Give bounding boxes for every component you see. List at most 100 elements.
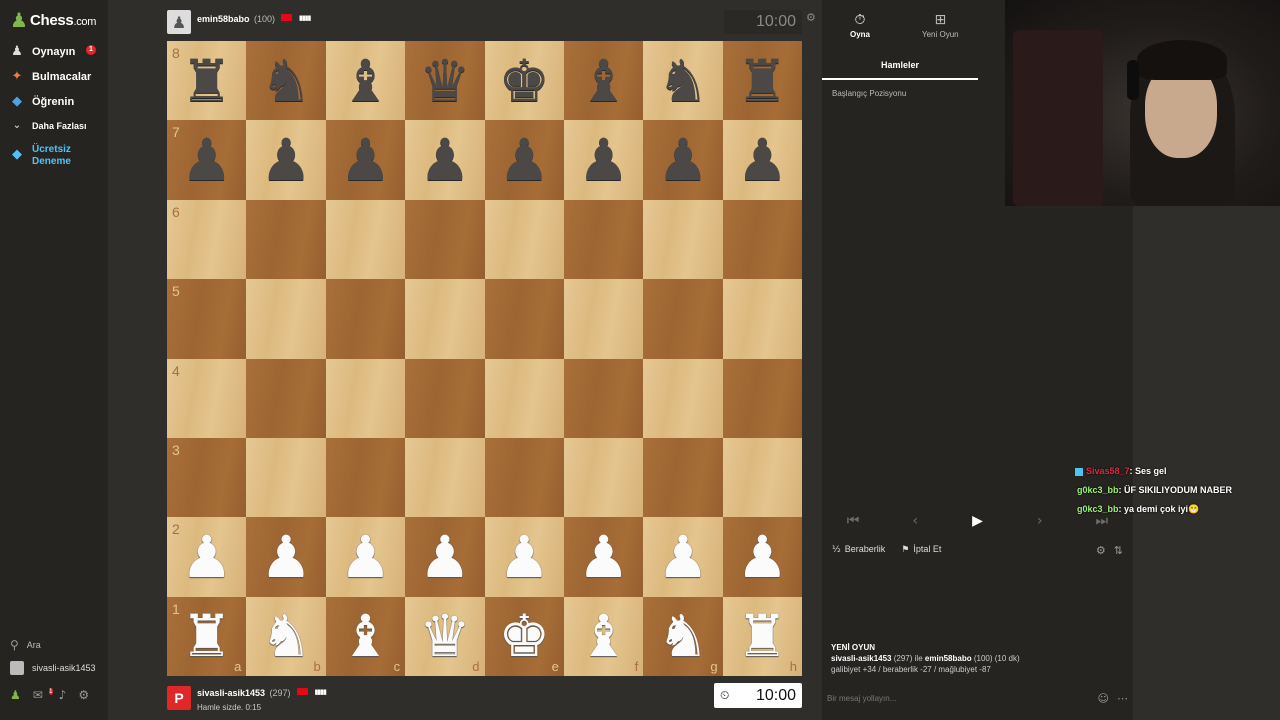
board-square-c6[interactable]	[325, 199, 406, 280]
board-square-a4[interactable]: 4	[167, 358, 247, 438]
white-pawn-icon[interactable]: ♟	[339, 528, 391, 586]
board-square-f2[interactable]: ♟	[563, 517, 644, 597]
board-square-b7[interactable]: ♟	[246, 120, 326, 200]
black-queen-icon[interactable]: ♛	[419, 52, 471, 110]
game-white-name[interactable]: sivasli-asik1453	[831, 654, 892, 663]
board-square-g6[interactable]	[643, 199, 723, 280]
tab-moves[interactable]: Hamleler	[822, 52, 978, 80]
board-square-e8[interactable]: ♚	[484, 41, 564, 121]
board-square-h8[interactable]: ♜	[722, 41, 802, 121]
board-square-a3[interactable]: 3	[167, 437, 247, 518]
board-square-g7[interactable]: ♟	[643, 120, 723, 200]
gear-icon[interactable]: ⚙	[78, 688, 89, 702]
board-square-d6[interactable]	[405, 199, 485, 280]
board-square-b5[interactable]	[246, 279, 326, 359]
board-square-e7[interactable]: ♟	[484, 120, 564, 200]
board-square-g5[interactable]	[643, 279, 723, 359]
player-avatar[interactable]: P	[167, 685, 191, 710]
board-square-g4[interactable]	[643, 358, 723, 438]
black-bishop-icon[interactable]: ♝	[339, 52, 391, 110]
board-square-b4[interactable]	[246, 358, 326, 438]
white-bishop-icon[interactable]: ♝	[578, 607, 630, 665]
board-square-h2[interactable]: ♟	[722, 517, 802, 597]
message-input[interactable]: Bir mesaj yollayın...	[827, 694, 896, 703]
user-profile-link[interactable]: sivasli-asik1453	[10, 661, 96, 675]
board-square-b6[interactable]	[246, 199, 326, 280]
first-move-icon[interactable]: ⏮	[828, 513, 878, 529]
board-square-c5[interactable]	[325, 279, 406, 359]
board-square-g8[interactable]: ♞	[643, 41, 723, 121]
white-rook-icon[interactable]: ♜	[736, 607, 788, 665]
board-square-a8[interactable]: 8 ♜	[167, 41, 247, 121]
board-square-h4[interactable]	[722, 358, 802, 438]
white-pawn-icon[interactable]: ♟	[260, 528, 312, 586]
board-square-e6[interactable]	[484, 199, 564, 280]
board-square-b3[interactable]	[246, 437, 326, 518]
black-knight-icon[interactable]: ♞	[260, 52, 312, 110]
chess-com-logo[interactable]: ♟ Chess.com	[10, 10, 96, 30]
board-square-d1[interactable]: d ♛	[405, 596, 485, 676]
start-position-label[interactable]: Başlangıç Pozisyonu	[832, 89, 906, 98]
white-rook-icon[interactable]: ♜	[181, 607, 233, 665]
board-square-b1[interactable]: b ♞	[246, 596, 326, 676]
board-square-d4[interactable]	[405, 358, 485, 438]
black-pawn-icon[interactable]: ♟	[339, 131, 391, 189]
board-square-f8[interactable]: ♝	[563, 41, 644, 121]
board-square-e1[interactable]: e ♚	[484, 596, 564, 676]
sidebar-item-play[interactable]: ♟ Oynayın	[10, 44, 75, 59]
board-square-g3[interactable]	[643, 437, 723, 518]
bell-icon[interactable]: ♪	[59, 688, 67, 702]
flip-board-icon[interactable]: ⇅	[1114, 544, 1123, 557]
black-pawn-icon[interactable]: ♟	[498, 131, 550, 189]
board-square-d2[interactable]: ♟	[405, 517, 485, 597]
board-square-d3[interactable]	[405, 437, 485, 518]
board-square-h3[interactable]	[722, 437, 802, 518]
white-pawn-icon[interactable]: ♟	[657, 528, 709, 586]
sidebar-item-learn[interactable]: ◆ Öğrenin	[10, 94, 74, 109]
sidebar-item-puzzles[interactable]: ✦ Bulmacalar	[10, 69, 92, 84]
board-square-d8[interactable]: ♛	[405, 41, 485, 121]
board-settings-gear-icon[interactable]: ⚙	[806, 11, 816, 24]
board-square-h1[interactable]: h ♜	[722, 596, 802, 676]
next-move-icon[interactable]: ›	[1015, 513, 1065, 529]
free-trial-link[interactable]: ◆ Ücretsiz Deneme	[10, 144, 71, 168]
board-square-g1[interactable]: g ♞	[643, 596, 723, 676]
tab-new-game[interactable]: ⊞ Yeni Oyun	[922, 12, 959, 39]
white-pawn-icon[interactable]: ♟	[736, 528, 788, 586]
black-pawn-icon[interactable]: ♟	[657, 131, 709, 189]
previous-move-icon[interactable]: ‹	[890, 513, 940, 529]
white-bishop-icon[interactable]: ♝	[339, 607, 391, 665]
opponent-name[interactable]: emin58babo	[197, 14, 250, 24]
board-square-e5[interactable]	[484, 279, 564, 359]
emoji-icon[interactable]: ☺	[1098, 692, 1109, 705]
board-square-e3[interactable]	[484, 437, 564, 518]
board-square-a6[interactable]: 6	[167, 199, 247, 280]
game-black-name[interactable]: emin58babo	[925, 654, 972, 663]
white-pawn-icon[interactable]: ♟	[419, 528, 471, 586]
board-square-c7[interactable]: ♟	[325, 120, 406, 200]
board-square-a5[interactable]: 5	[167, 279, 247, 359]
board-square-b8[interactable]: ♞	[246, 41, 326, 121]
black-knight-icon[interactable]: ♞	[657, 52, 709, 110]
board-square-e2[interactable]: ♟	[484, 517, 564, 597]
sidebar-item-more[interactable]: ⌄ Daha Fazlası	[10, 120, 87, 131]
black-rook-icon[interactable]: ♜	[181, 52, 233, 110]
board-square-a2[interactable]: 2 ♟	[167, 517, 247, 597]
board-square-f4[interactable]	[563, 358, 644, 438]
black-pawn-icon[interactable]: ♟	[260, 131, 312, 189]
board-square-h5[interactable]	[722, 279, 802, 359]
black-pawn-icon[interactable]: ♟	[419, 131, 471, 189]
last-move-icon[interactable]: ⏭	[1077, 513, 1127, 529]
board-square-a7[interactable]: 7 ♟	[167, 120, 247, 200]
board-square-h7[interactable]: ♟	[722, 120, 802, 200]
white-knight-icon[interactable]: ♞	[260, 607, 312, 665]
tab-play[interactable]: ⏱ Oyna	[850, 12, 870, 39]
board-square-d7[interactable]: ♟	[405, 120, 485, 200]
board-square-c3[interactable]	[325, 437, 406, 518]
board-square-d5[interactable]	[405, 279, 485, 359]
search-link[interactable]: ⚲ Ara	[10, 638, 41, 652]
black-pawn-icon[interactable]: ♟	[736, 131, 788, 189]
board-square-f5[interactable]	[563, 279, 644, 359]
white-pawn-icon[interactable]: ♟	[578, 528, 630, 586]
board-square-g2[interactable]: ♟	[643, 517, 723, 597]
